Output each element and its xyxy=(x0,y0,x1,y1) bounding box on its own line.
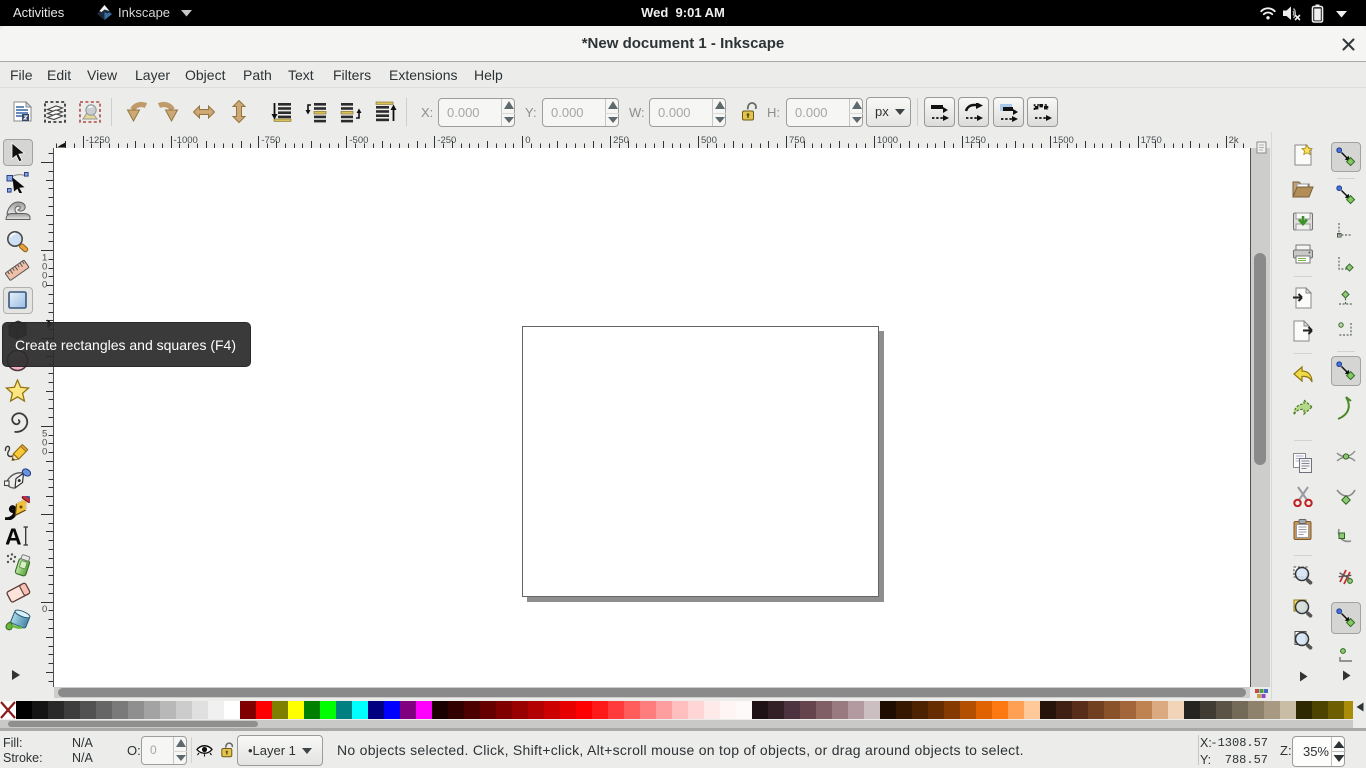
svg-text:-1000: -1000 xyxy=(174,135,198,146)
svg-text:-500: -500 xyxy=(349,135,368,146)
svg-text:250: 250 xyxy=(613,135,629,146)
svg-text:0: 0 xyxy=(42,446,47,457)
svg-text:2k: 2k xyxy=(1229,135,1239,146)
svg-text:1250: 1250 xyxy=(965,135,986,146)
svg-text:1750: 1750 xyxy=(1141,135,1162,146)
svg-text:0: 0 xyxy=(42,280,47,291)
svg-text:-1250: -1250 xyxy=(86,135,110,146)
svg-text:750: 750 xyxy=(789,135,805,146)
svg-text:-250: -250 xyxy=(437,135,456,146)
svg-text:-750: -750 xyxy=(261,135,280,146)
svg-text:500: 500 xyxy=(701,135,717,146)
svg-text:1500: 1500 xyxy=(1053,135,1074,146)
svg-text:A: A xyxy=(6,525,22,548)
svg-text:0: 0 xyxy=(525,135,530,146)
svg-text:0: 0 xyxy=(42,604,47,615)
svg-text:1000: 1000 xyxy=(877,135,898,146)
